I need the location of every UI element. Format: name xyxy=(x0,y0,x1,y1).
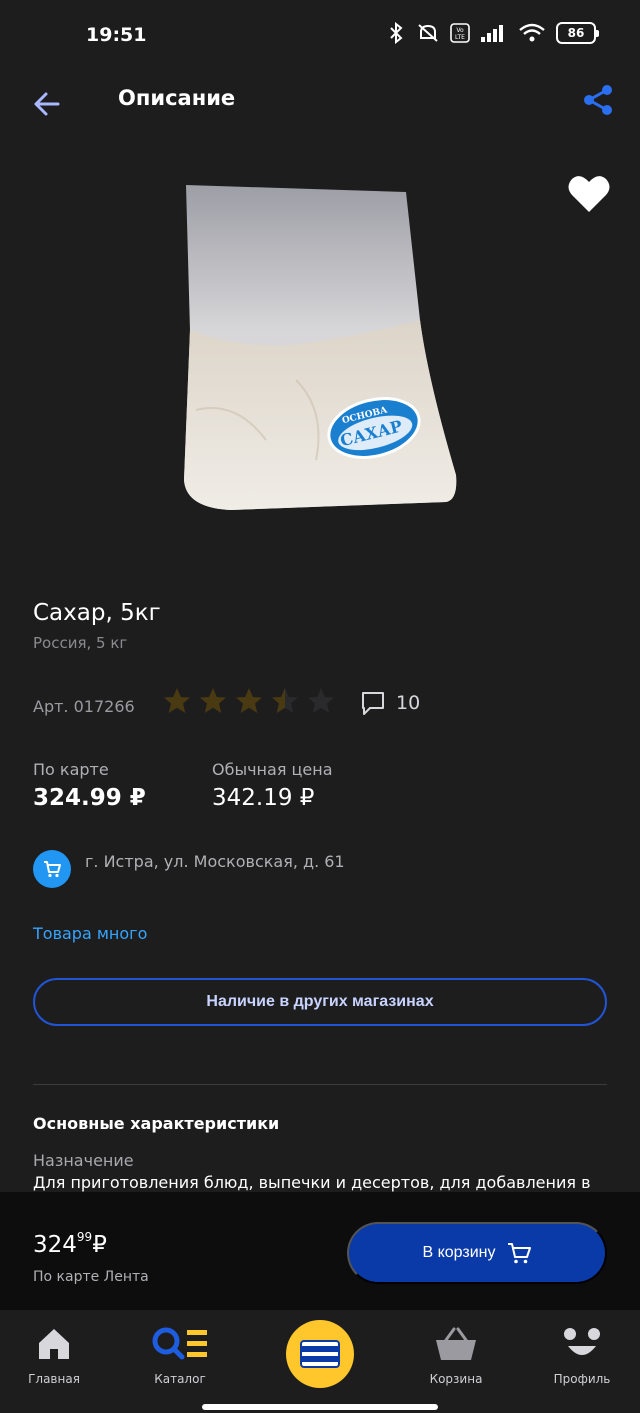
card-price-label: По карте xyxy=(33,760,109,779)
bottom-price-main: 324 xyxy=(33,1232,77,1258)
article-number: Арт. 017266 xyxy=(33,697,135,716)
cart-icon xyxy=(507,1243,531,1264)
basket-icon xyxy=(434,1324,478,1364)
spec-label-purpose: Назначение xyxy=(33,1151,134,1170)
nav-profile-label: Профиль xyxy=(553,1372,611,1386)
arrow-left-icon xyxy=(34,92,60,116)
star-icon xyxy=(200,688,226,713)
back-button[interactable] xyxy=(28,84,68,124)
home-icon xyxy=(36,1324,72,1364)
bluetooth-icon xyxy=(390,22,403,44)
wifi-icon xyxy=(519,23,545,42)
loyalty-card-button[interactable] xyxy=(286,1320,354,1388)
add-to-cart-button[interactable]: В корзину xyxy=(347,1222,607,1284)
bottom-price: 32499₽ xyxy=(33,1230,107,1258)
app-header: Описание xyxy=(0,72,640,144)
card-price-block: По карте 324.99 ₽ xyxy=(33,760,146,811)
nav-basket[interactable]: Корзина xyxy=(406,1310,506,1390)
stock-status: Товара много xyxy=(33,924,148,943)
divider xyxy=(33,1084,607,1085)
regular-price-block: Обычная цена 342.19 ₽ xyxy=(212,760,333,811)
add-to-cart-label: В корзину xyxy=(422,1244,496,1261)
buy-bar: 32499₽ По карте Лента В корзину xyxy=(0,1192,640,1310)
signal-icon xyxy=(481,25,503,42)
battery-indicator: 86 xyxy=(556,22,599,44)
bottom-nav: Главная Каталог Корзина Профиль xyxy=(0,1310,640,1400)
nav-basket-label: Корзина xyxy=(429,1372,483,1386)
specs-heading: Основные характеристики xyxy=(33,1114,280,1133)
review-count: 10 xyxy=(396,692,421,714)
status-bar: 19:51 Vo LTE 86 xyxy=(0,0,640,72)
loyalty-card-icon xyxy=(300,1340,340,1368)
profile-icon xyxy=(560,1324,604,1364)
share-button[interactable] xyxy=(578,80,618,120)
product-subtitle: Россия, 5 кг xyxy=(33,634,128,652)
reviews-button[interactable]: 10 xyxy=(360,690,420,716)
rating-stars[interactable] xyxy=(162,686,336,716)
svg-text:LTE: LTE xyxy=(455,34,465,41)
nav-profile[interactable]: Профиль xyxy=(532,1310,632,1390)
star-empty-icon xyxy=(308,688,334,713)
comment-icon xyxy=(362,692,384,715)
volte-icon: VoLTE xyxy=(450,23,470,43)
other-stores-button[interactable]: Наличие в других магазинах xyxy=(33,978,607,1026)
bottom-price-currency: ₽ xyxy=(92,1232,107,1258)
home-indicator[interactable] xyxy=(202,1404,438,1410)
nav-catalog-label: Каталог xyxy=(154,1372,206,1386)
nav-home[interactable]: Главная xyxy=(4,1310,104,1390)
store-address: г. Истра, ул. Московская, д. 61 xyxy=(85,852,345,871)
product-image: ОСНОВА САХАР xyxy=(184,185,457,510)
regular-price: 342.19 ₽ xyxy=(212,785,315,811)
heart-icon xyxy=(568,176,610,212)
star-icon xyxy=(236,688,262,713)
product-title: Сахар, 5кг xyxy=(33,600,161,626)
star-half-icon xyxy=(272,688,298,713)
share-icon xyxy=(584,85,612,115)
store-cart-icon xyxy=(33,850,71,888)
mute-icon xyxy=(418,24,438,42)
spec-value-purpose: Для приготовления блюд, выпечки и десерт… xyxy=(33,1173,591,1192)
card-price: 324.99 ₽ xyxy=(33,785,146,811)
page-title: Описание xyxy=(118,86,236,110)
regular-price-label: Обычная цена xyxy=(212,760,333,779)
nav-home-label: Главная xyxy=(28,1372,80,1386)
status-icons: Vo LTE 86 xyxy=(386,22,599,44)
status-time: 19:51 xyxy=(86,24,147,46)
catalog-icon xyxy=(151,1324,209,1364)
bottom-price-cents: 99 xyxy=(76,1230,93,1245)
svg-text:Vo: Vo xyxy=(456,27,464,34)
favorite-button[interactable] xyxy=(566,172,612,216)
star-icon xyxy=(164,688,190,713)
store-row[interactable]: г. Истра, ул. Московская, д. 61 xyxy=(33,850,345,888)
nav-catalog[interactable]: Каталог xyxy=(130,1310,230,1390)
bottom-price-note: По карте Лента xyxy=(33,1269,149,1285)
